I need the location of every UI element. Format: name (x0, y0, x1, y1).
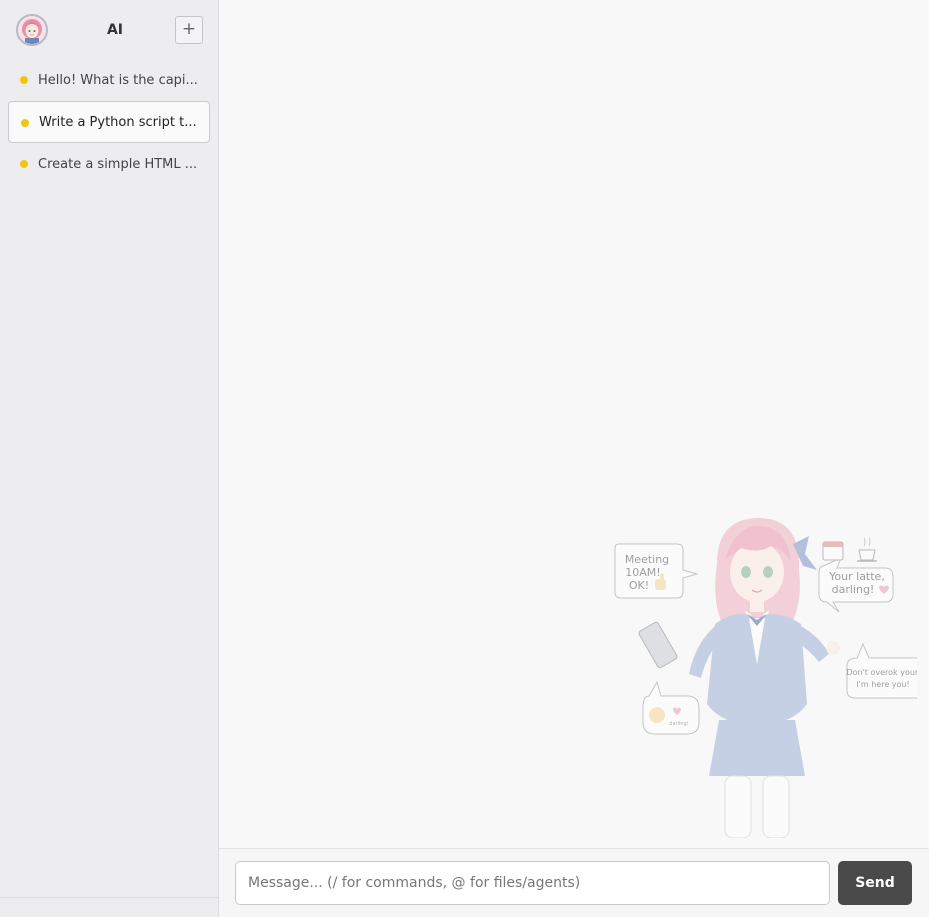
speech-bubble-meeting: Meeting 10AM! OK! (614, 543, 699, 599)
status-dot-icon (20, 76, 28, 84)
send-button[interactable]: Send (838, 861, 912, 905)
message-input[interactable] (235, 861, 830, 905)
svg-text:Don't overok yourself!: Don't overok yourself! (846, 668, 917, 677)
chat-message-area: Meeting 10AM! OK! Your latte, darling! D… (219, 0, 929, 848)
conversation-title: Create a simple HTML ... (38, 156, 198, 172)
svg-text:Your latte,: Your latte, (828, 570, 885, 583)
svg-text:darling!: darling! (669, 721, 688, 727)
mascot-illustration: Meeting 10AM! OK! Your latte, darling! D… (614, 518, 917, 838)
status-dot-icon (20, 160, 28, 168)
app-title: AI (106, 22, 124, 38)
smile-icon (649, 707, 665, 723)
conversation-list: Hello! What is the capi... Write a Pytho… (0, 59, 218, 185)
sidebar-footer (0, 897, 218, 917)
svg-text:Meeting: Meeting (625, 553, 669, 566)
composer-bar: Send (219, 848, 929, 917)
status-dot-icon (21, 119, 29, 127)
avatar[interactable] (16, 14, 48, 46)
app-window: AI + Hello! What is the capi... Write a … (0, 0, 929, 917)
svg-text:I'm here you!: I'm here you! (856, 680, 909, 689)
conversation-item[interactable]: Create a simple HTML ... (8, 143, 210, 185)
conversation-item-active[interactable]: Write a Python script t... (8, 101, 210, 143)
sidebar: AI + Hello! What is the capi... Write a … (0, 0, 219, 917)
calendar-icon (822, 541, 844, 561)
avatar-image-icon (18, 16, 46, 44)
sidebar-header: AI + (0, 0, 218, 60)
svg-text:10AM!: 10AM! (625, 566, 660, 579)
conversation-title: Hello! What is the capi... (38, 72, 198, 88)
conversation-title: Write a Python script t... (39, 114, 197, 130)
speech-bubble-smile: darling! (642, 680, 700, 735)
speech-bubble-encourage: Don't overok yourself! I'm here you! (846, 642, 917, 699)
svg-text:OK!: OK! (629, 579, 649, 592)
speech-bubble-latte: Your latte, darling! (818, 537, 894, 613)
coffee-cup-icon (857, 537, 877, 562)
conversation-item[interactable]: Hello! What is the capi... (8, 59, 210, 101)
main-panel: Meeting 10AM! OK! Your latte, darling! D… (219, 0, 929, 917)
svg-text:darling!: darling! (832, 583, 875, 596)
new-chat-button[interactable]: + (175, 16, 203, 44)
